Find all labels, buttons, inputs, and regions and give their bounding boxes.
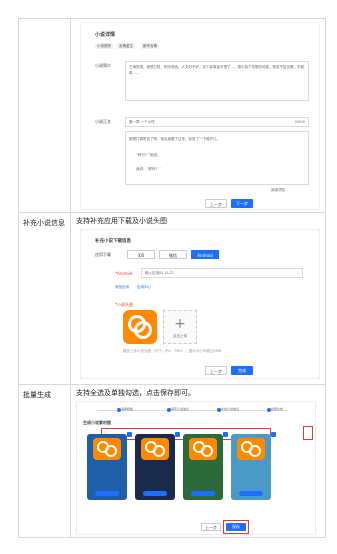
app-label: 应用下载 [95, 252, 111, 257]
card-button[interactable] [95, 491, 119, 496]
tag[interactable]: 小说类别 [95, 43, 113, 49]
android-value: 输入应用ID（A-Z） [145, 271, 176, 275]
table-row: 小说详情 小说类别 言情重生 都市言情 小说简介 王海觉得，他恨打败，别无他选，… [19, 19, 325, 213]
android-select[interactable]: 输入应用ID（A-Z） ⌄ [141, 268, 303, 278]
instruction-table: 小说详情 小说类别 言情重生 都市言情 小说简介 王海觉得，他恨打败，别无他选，… [18, 18, 326, 538]
tag[interactable]: 言情重生 [117, 43, 135, 49]
card-checkbox[interactable] [127, 432, 132, 437]
notice-checkbox-label[interactable]: 阅读须知 [271, 187, 285, 193]
novel-cover-image [123, 310, 157, 344]
novel-card[interactable] [87, 434, 127, 500]
intro-textarea[interactable]: 王海觉得，他恨打败，别无他选，人夫妇不好，这个影事者不想了……想么找个宅想尽可能… [125, 61, 309, 101]
screenshot-novel-detail: 小说详情 小说类别 言情重生 都市言情 小说简介 王海觉得，他恨打败，别无他选，… [80, 22, 320, 210]
chevron-down-icon: ⌄ [296, 271, 299, 275]
card-button[interactable] [191, 491, 215, 496]
excerpt-textarea[interactable]: 刚想打算再说了吧，就见她看了过来，轻笑了一下就开口。 “阿行？”她说。 我说：“… [125, 131, 309, 185]
panel-title: 补充小说下载信息 [95, 239, 131, 244]
tab-wechat[interactable]: 微信 [159, 250, 187, 259]
step-label: 批量生成 [271, 407, 284, 411]
screenshot-supplement: 补充小说下载信息 应用下载 iOS 微信 Android *Android 输入… [80, 229, 320, 379]
tab-android[interactable]: Android [191, 250, 219, 259]
row-content: 支持全选及单独勾选，点击保存即可。 选择模板 填写小说信息 补充小说信息 批量生… [71, 385, 325, 537]
card-checkbox[interactable] [175, 432, 180, 437]
section-title: 小说详情 [95, 32, 116, 38]
excerpt-line: 我说：“那你？” [136, 167, 161, 171]
prev-button[interactable]: 上一步 [205, 366, 227, 375]
row-content: 支持补充应用下载及小说头图 补充小说下载信息 应用下载 iOS 微信 Andro… [71, 213, 325, 384]
row-label-empty [19, 19, 71, 212]
upload-text: 点击上传 [173, 334, 187, 338]
app-icon [93, 438, 121, 460]
card-button[interactable] [239, 491, 263, 496]
novel-card[interactable] [183, 434, 223, 500]
table-row: 补充小说信息 支持补充应用下载及小说头图 补充小说下载信息 应用下载 iOS 微… [19, 213, 325, 385]
add-app-link[interactable]: 添加应用 [115, 285, 129, 290]
step-label: 选择模板 [121, 407, 134, 411]
finish-button[interactable]: 完成 [231, 366, 253, 375]
excerpt-title-input[interactable]: 第一章 一个小时 0/500 [125, 117, 309, 127]
sub-title: 生成小说素材图 [83, 420, 111, 425]
row-label: 批量生成 [19, 385, 71, 537]
intro-label: 小说简介 [95, 63, 111, 68]
novel-card[interactable] [135, 434, 175, 500]
row-label: 补充小说信息 [19, 213, 71, 384]
next-button[interactable]: 下一步 [231, 199, 253, 208]
step-label: 填写小说信息 [171, 407, 190, 411]
row-content: 小说详情 小说类别 言情重生 都市言情 小说简介 王海觉得，他恨打败，别无他选，… [71, 19, 325, 212]
android-label: *Android [115, 271, 133, 276]
app-icon [237, 438, 265, 460]
row-description: 支持补充应用下载及小说头图 [76, 217, 167, 225]
upload-hint: 建议上传小说头图（尺寸：JPG、PNG），图片大小不超过5MB。 [123, 349, 225, 353]
app-icon [189, 438, 217, 460]
save-button[interactable]: 保存 [226, 523, 246, 531]
card-button[interactable] [143, 491, 167, 496]
app-store-link[interactable]: 应用中心 [137, 285, 151, 290]
tab-ios[interactable]: iOS [127, 250, 155, 259]
screenshot-batch-generate: 选择模板 填写小说信息 补充小说信息 批量生成 生成小说素材图 上一步 保存 [76, 401, 316, 535]
upload-cover-button[interactable]: + 点击上传 [163, 310, 197, 344]
excerpt-line: “阿行？”她说。 [136, 153, 161, 157]
highlight-box [303, 426, 313, 440]
plus-icon: + [174, 316, 186, 332]
step-label: 补充小说信息 [221, 407, 240, 411]
row-description: 支持全选及单独勾选，点击保存即可。 [76, 389, 195, 397]
prev-button[interactable]: 上一步 [205, 199, 227, 208]
excerpt-label: 小说正文 [95, 119, 111, 124]
intro-text: 王海觉得，他恨打败，别无他选，人夫妇不好，这个影事者不想了……想么找个宅想尽可能… [129, 65, 304, 75]
cover-label: *小说头图 [115, 302, 133, 307]
card-checkbox[interactable] [223, 432, 228, 437]
excerpt-line: 刚想打算再说了吧，就见她看了过来，轻笑了一下就开口。 [129, 137, 220, 141]
novel-card[interactable] [231, 434, 271, 500]
app-icon [141, 438, 169, 460]
table-row: 批量生成 支持全选及单独勾选，点击保存即可。 选择模板 填写小说信息 补充小说信… [19, 385, 325, 537]
excerpt-title: 第一章 一个小时 [129, 120, 155, 124]
prev-button[interactable]: 上一步 [201, 523, 221, 531]
excerpt-count: 0/500 [294, 120, 305, 124]
tag[interactable]: 都市言情 [141, 43, 159, 49]
card-checkbox[interactable] [271, 432, 276, 437]
